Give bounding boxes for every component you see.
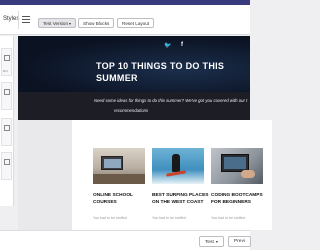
toolbar-divider: [18, 11, 19, 29]
sidebar-block-tile[interactable]: [1, 82, 12, 110]
article-image-coding: [211, 148, 263, 184]
block-icon: [4, 159, 10, 165]
hero-title: TOP 10 THINGS TO DO THIS SUMMER: [96, 61, 225, 83]
hero-section[interactable]: 🐦 f TOP 10 THINGS TO DO THIS SUMMER: [18, 36, 250, 92]
block-icon: [4, 55, 10, 61]
styles-tab-label[interactable]: Styles: [3, 16, 19, 22]
chevron-down-icon: ▾: [69, 21, 72, 26]
facebook-icon[interactable]: f: [181, 42, 183, 48]
intro-line: recommendations: [114, 108, 149, 113]
email-canvas: 🐦 f TOP 10 THINGS TO DO THIS SUMMER Need…: [18, 36, 272, 230]
article-image-surfing: [152, 148, 204, 184]
chevron-down-icon: ▾: [215, 239, 218, 244]
article-card[interactable]: ONLINE SCHOOL COURSES You had to be stuf…: [93, 148, 153, 220]
article-image-online-courses: [93, 148, 145, 184]
preview-button[interactable]: Previ: [228, 236, 251, 247]
intro-line: Need some ideas for things to do this su…: [94, 98, 248, 103]
blocks-sidebar: Dnl: [0, 36, 14, 206]
article-title: ONLINE SCHOOL COURSES: [93, 193, 133, 205]
twitter-icon[interactable]: 🐦: [164, 42, 171, 49]
show-blocks-button[interactable]: Show Blocks: [78, 18, 115, 28]
menu-icon[interactable]: [22, 16, 30, 23]
version-select[interactable]: Test Version▾: [38, 18, 77, 28]
test-button[interactable]: Test ▾: [199, 236, 224, 247]
article-title: CODING BOOTCAMPS FOR BEGINNERS: [211, 193, 263, 205]
article-snippet: You had to be stuffed: [211, 216, 245, 220]
article-card[interactable]: BEST SURFING PLACES ON THE WEST COAST Yo…: [152, 148, 212, 220]
sidebar-block-tile[interactable]: Dnl: [1, 48, 12, 76]
article-title: BEST SURFING PLACES ON THE WEST COAST: [152, 193, 209, 205]
block-icon: [4, 125, 10, 131]
intro-section[interactable]: Need some ideas for things to do this su…: [18, 92, 250, 120]
sidebar-block-label: Dnl: [3, 69, 8, 73]
intro-text: Need some ideas for things to do this su…: [94, 96, 264, 116]
editor-toolbar: Styles Test Version▾ Show Blocks Reset L…: [0, 5, 250, 35]
article-snippet: You had to be stuffed: [93, 216, 127, 220]
articles-section[interactable]: ONLINE SCHOOL COURSES You had to be stuf…: [72, 120, 272, 230]
bottom-action-bar: Test ▾ Previ: [0, 230, 251, 250]
block-icon: [4, 89, 10, 95]
test-button-label: Test: [205, 240, 214, 245]
article-card[interactable]: CODING BOOTCAMPS FOR BEGINNERS You had t…: [211, 148, 271, 220]
article-snippet: You had to be stuffed: [152, 216, 186, 220]
version-select-label: Test Version: [43, 21, 69, 26]
reset-layout-button[interactable]: Reset Layout: [117, 18, 155, 28]
sidebar-block-tile[interactable]: [1, 118, 12, 146]
sidebar-block-tile[interactable]: [1, 152, 12, 180]
